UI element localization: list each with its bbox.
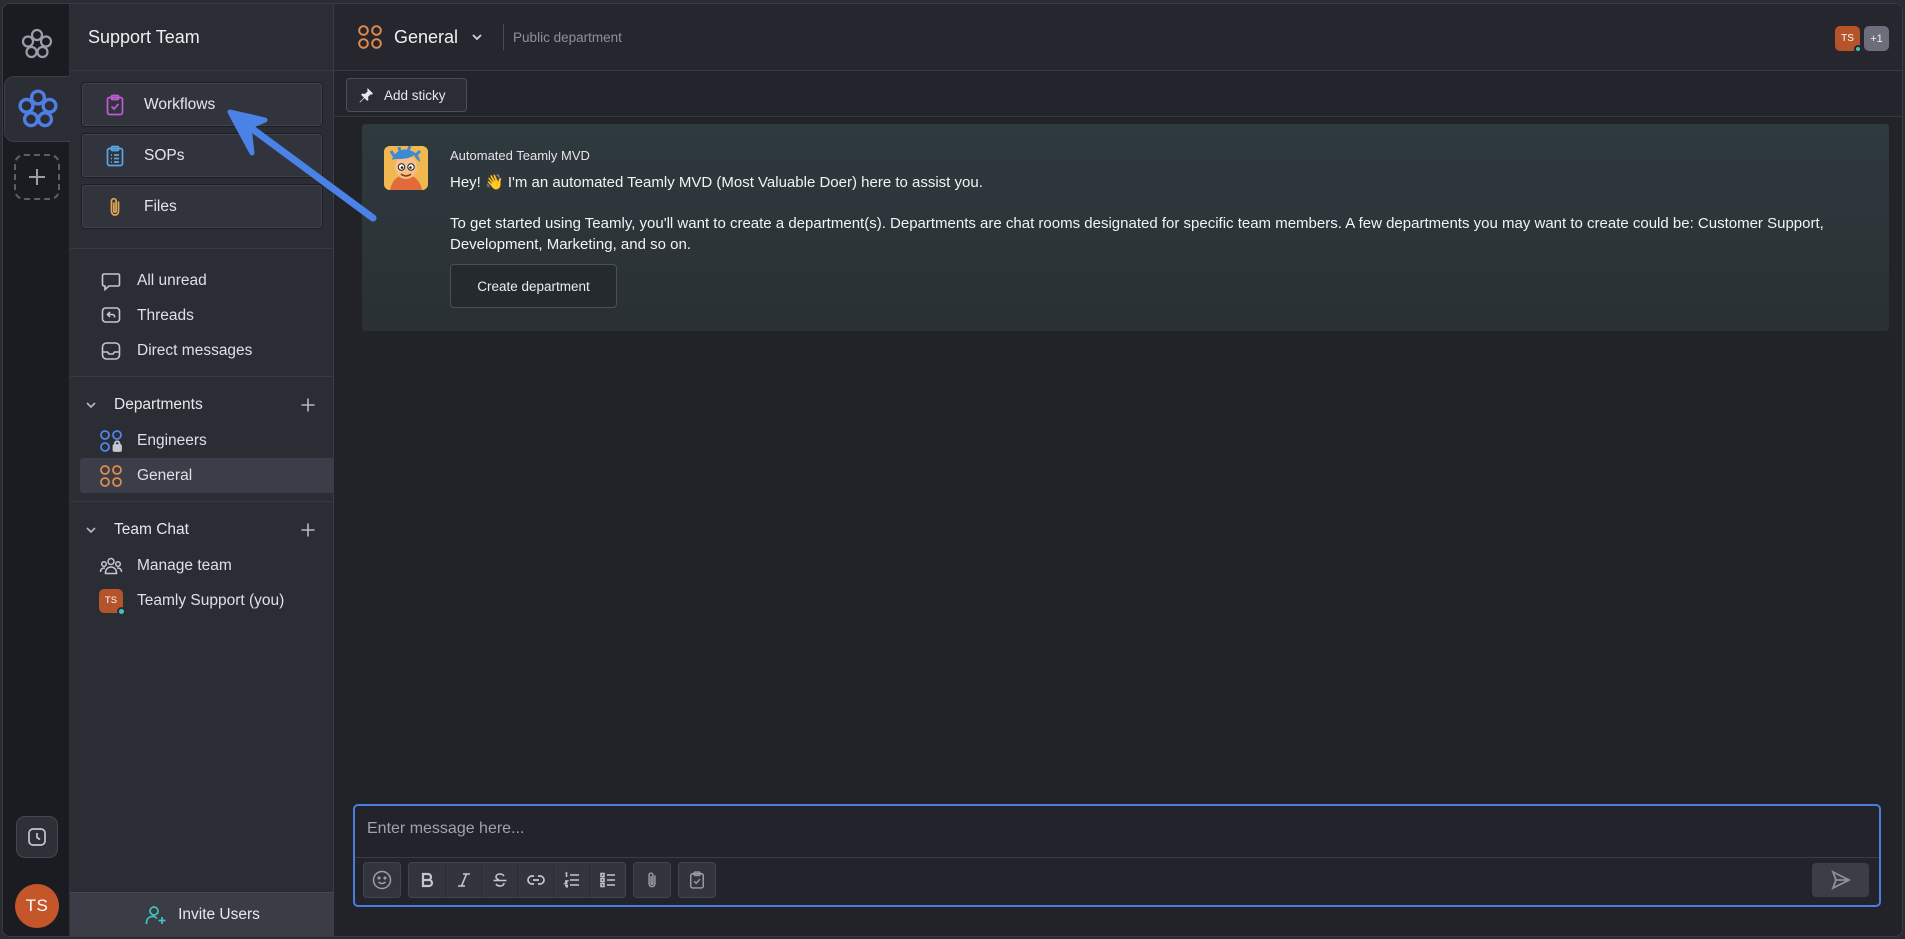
nav-direct-messages[interactable]: Direct messages [70,333,333,368]
online-status-dot [117,606,126,616]
department-engineers[interactable]: Engineers [80,423,333,458]
message-icon [99,269,123,293]
files-label: Files [144,197,177,215]
nav-list: All unread Threads Direct messages [70,249,333,377]
manage-team-item[interactable]: Manage team [80,548,333,583]
plus-icon [29,169,45,185]
strikethrough-icon[interactable] [481,863,517,897]
add-sticky-button[interactable]: Add sticky [346,78,467,112]
workflows-label: Workflows [144,95,216,113]
channel-type: Public department [513,29,622,45]
add-user-icon [144,903,168,927]
files-button[interactable]: Files [81,184,323,229]
department-icon [358,25,382,49]
department-label: Engineers [137,431,207,449]
bold-icon[interactable] [409,863,445,897]
formatting-toolbar [363,862,716,898]
team-chat-header[interactable]: Team Chat [70,512,333,548]
inbox-icon [99,339,123,363]
paperclip-icon[interactable] [634,863,670,897]
message-body: To get started using Teamly, you'll want… [450,215,1824,253]
emoji-icon[interactable] [364,863,400,897]
numbered-list-icon[interactable] [553,863,589,897]
add-department-icon[interactable] [299,396,317,414]
attach-group [633,862,671,898]
add-workspace-button[interactable] [14,154,60,200]
private-department-icon [99,429,123,453]
chevron-down-icon[interactable] [84,397,100,413]
department-general[interactable]: General [80,458,333,493]
sidebar: Support Team Workflows SOPs Files All un… [70,4,334,936]
clipboard-check-icon [102,92,128,118]
create-department-button[interactable]: Create department [450,264,617,308]
teamly-logo-icon[interactable] [19,26,55,62]
channel-members[interactable]: TS +1 [1835,26,1889,53]
manage-team-label: Manage team [137,556,232,574]
nav-label: All unread [137,271,207,289]
team-chat-section: Team Chat Manage team TS Teamly Support … [70,502,333,626]
threads-icon [99,304,123,328]
message-composer [353,804,1881,907]
workspace-title[interactable]: Support Team [70,4,333,71]
emoji-group [363,862,401,898]
workflows-button[interactable]: Workflows [81,82,323,127]
send-button[interactable] [1812,863,1869,897]
more-members-badge[interactable]: +1 [1864,26,1889,51]
team-icon [99,554,123,578]
channel-title[interactable]: General [394,27,458,48]
channel-header: General Public department TS +1 [334,4,1902,71]
invite-users-label: Invite Users [178,905,260,923]
quick-links: Workflows SOPs Files [70,71,333,249]
bullet-list-icon[interactable] [589,863,625,897]
message-input[interactable] [367,814,1867,844]
chevron-down-icon[interactable] [84,522,100,538]
italic-icon[interactable] [445,863,481,897]
paperclip-icon [102,194,128,220]
add-chat-icon[interactable] [299,521,317,539]
user-avatar[interactable]: TS [15,884,59,928]
app-window: TS Support Team Workflows SOPs Files All… [2,3,1903,937]
composer-divider [355,857,1879,858]
nav-threads[interactable]: Threads [70,298,333,333]
add-sticky-label: Add sticky [384,87,446,103]
sops-label: SOPs [144,146,185,164]
link-icon[interactable] [517,863,553,897]
nav-label: Threads [137,306,194,324]
chevron-down-icon[interactable] [470,30,484,44]
message-author: Automated Teamly MVD [450,148,590,163]
format-group [408,862,626,898]
invite-users-button[interactable]: Invite Users [70,892,334,936]
sops-button[interactable]: SOPs [81,133,323,178]
sticky-bar: Add sticky [334,71,1902,117]
task-group [678,862,716,898]
departments-title: Departments [114,396,203,413]
chat-label: Teamly Support (you) [137,591,285,609]
pin-icon [358,87,374,103]
departments-header[interactable]: Departments [70,387,333,423]
send-icon [1830,870,1851,890]
message-greeting: Hey! 👋 I'm an automated Teamly MVD (Most… [450,174,983,191]
clock-icon [28,828,46,846]
main-panel: General Public department TS +1 Add stic… [334,4,1902,936]
nav-label: Direct messages [137,341,253,359]
team-chat-title: Team Chat [114,521,189,538]
member-avatar[interactable]: TS [1835,26,1862,53]
direct-chat-teamly-support[interactable]: TS Teamly Support (you) [80,583,333,618]
user-avatar: TS [99,588,126,616]
clipboard-list-icon [102,143,128,169]
departments-section: Departments Engineers General [70,377,333,502]
bot-message: Automated Teamly MVD Hey! 👋 I'm an autom… [362,124,1889,331]
department-label: General [137,466,193,484]
workspace-rail: TS [3,4,70,936]
bot-avatar [384,146,428,190]
history-button[interactable] [16,816,58,858]
header-divider [503,24,505,50]
nav-all-unread[interactable]: All unread [70,263,333,298]
department-icon [99,464,123,488]
workspace-support-team[interactable] [4,76,70,142]
clipboard-check-icon[interactable] [679,863,715,897]
